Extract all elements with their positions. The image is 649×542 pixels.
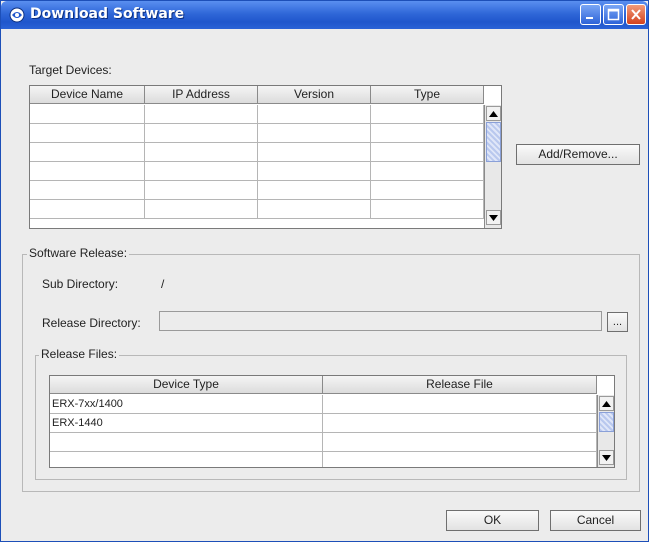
table-row[interactable] bbox=[50, 433, 597, 452]
table-cell bbox=[145, 124, 258, 142]
table-cell bbox=[258, 124, 371, 142]
add-remove-button[interactable]: Add/Remove... bbox=[516, 144, 640, 165]
column-header-version[interactable]: Version bbox=[258, 86, 371, 104]
browse-directory-button[interactable]: ... bbox=[607, 312, 628, 332]
table-row[interactable] bbox=[30, 181, 484, 200]
cancel-button[interactable]: Cancel bbox=[550, 510, 641, 531]
device-type-cell bbox=[50, 433, 323, 451]
scroll-down-button[interactable] bbox=[599, 450, 614, 465]
device-type-cell: ERX-1440 bbox=[50, 414, 323, 432]
table-cell bbox=[258, 200, 371, 218]
table-cell bbox=[258, 105, 371, 123]
minimize-button[interactable] bbox=[580, 4, 601, 25]
table-cell bbox=[258, 162, 371, 180]
window-title: Download Software bbox=[30, 6, 185, 22]
table-cell bbox=[30, 105, 145, 123]
app-globe-icon bbox=[9, 7, 25, 23]
release-files-rows: ERX-7xx/1400 ERX-1440 bbox=[50, 395, 597, 467]
release-file-cell bbox=[323, 452, 597, 467]
table-cell bbox=[258, 143, 371, 161]
column-header-ip-address[interactable]: IP Address bbox=[145, 86, 258, 104]
table-cell bbox=[258, 181, 371, 199]
ok-button[interactable]: OK bbox=[446, 510, 539, 531]
table-row[interactable] bbox=[30, 162, 484, 181]
table-row[interactable] bbox=[30, 143, 484, 162]
table-cell bbox=[371, 105, 484, 123]
download-software-window: Download Software Target Devices: Device… bbox=[0, 0, 649, 542]
column-header-release-file[interactable]: Release File bbox=[323, 376, 597, 394]
release-directory-label: Release Directory: bbox=[42, 316, 141, 330]
maximize-icon bbox=[607, 8, 620, 21]
column-header-device-type[interactable]: Device Type bbox=[50, 376, 323, 394]
table-row[interactable] bbox=[30, 124, 484, 143]
target-devices-header: Device Name IP Address Version Type bbox=[30, 86, 484, 104]
scroll-thumb[interactable] bbox=[486, 122, 501, 162]
table-cell bbox=[145, 143, 258, 161]
title-bar[interactable]: Download Software bbox=[1, 1, 648, 29]
scroll-thumb[interactable] bbox=[599, 412, 614, 432]
scroll-up-button[interactable] bbox=[486, 106, 501, 121]
device-type-cell bbox=[50, 452, 323, 467]
table-cell bbox=[145, 200, 258, 218]
minimize-icon bbox=[586, 17, 593, 19]
table-cell bbox=[371, 200, 484, 218]
table-cell bbox=[145, 181, 258, 199]
scroll-up-button[interactable] bbox=[599, 396, 614, 411]
software-release-label: Software Release: bbox=[27, 246, 130, 260]
table-row[interactable]: ERX-7xx/1400 bbox=[50, 395, 597, 414]
sub-directory-label: Sub Directory: bbox=[42, 277, 119, 291]
release-file-cell bbox=[323, 395, 597, 413]
release-files-table[interactable]: Device Type Release File ERX-7xx/1400 ER… bbox=[49, 375, 615, 468]
table-cell bbox=[371, 143, 484, 161]
table-cell bbox=[30, 162, 145, 180]
close-icon bbox=[631, 9, 641, 20]
scroll-down-button[interactable] bbox=[486, 210, 501, 225]
table-cell bbox=[30, 143, 145, 161]
release-files-header: Device Type Release File bbox=[50, 376, 597, 394]
table-cell bbox=[30, 124, 145, 142]
target-devices-label: Target Devices: bbox=[29, 63, 112, 77]
arrow-down-icon bbox=[602, 454, 611, 461]
sub-directory-value: / bbox=[161, 277, 165, 291]
table-cell bbox=[145, 105, 258, 123]
table-cell bbox=[371, 181, 484, 199]
table-row[interactable] bbox=[30, 105, 484, 124]
maximize-button[interactable] bbox=[603, 4, 624, 25]
target-devices-rows bbox=[30, 105, 484, 219]
release-directory-field[interactable] bbox=[159, 311, 602, 331]
arrow-up-icon bbox=[489, 110, 498, 117]
device-type-cell: ERX-7xx/1400 bbox=[50, 395, 323, 413]
column-header-type[interactable]: Type bbox=[371, 86, 484, 104]
table-cell bbox=[145, 162, 258, 180]
release-file-cell bbox=[323, 433, 597, 451]
target-devices-scrollbar[interactable] bbox=[484, 105, 501, 228]
table-cell bbox=[371, 124, 484, 142]
table-cell bbox=[30, 181, 145, 199]
arrow-down-icon bbox=[489, 214, 498, 221]
target-devices-table[interactable]: Device Name IP Address Version Type bbox=[29, 85, 502, 229]
table-row[interactable]: ERX-1440 bbox=[50, 414, 597, 433]
release-files-scrollbar[interactable] bbox=[597, 395, 614, 467]
table-row[interactable] bbox=[30, 200, 484, 219]
release-files-label: Release Files: bbox=[39, 347, 120, 361]
table-cell bbox=[30, 200, 145, 218]
table-cell bbox=[371, 162, 484, 180]
close-button[interactable] bbox=[626, 4, 646, 25]
table-row[interactable] bbox=[50, 452, 597, 467]
release-file-cell bbox=[323, 414, 597, 432]
arrow-up-icon bbox=[602, 400, 611, 407]
column-header-device-name[interactable]: Device Name bbox=[30, 86, 145, 104]
